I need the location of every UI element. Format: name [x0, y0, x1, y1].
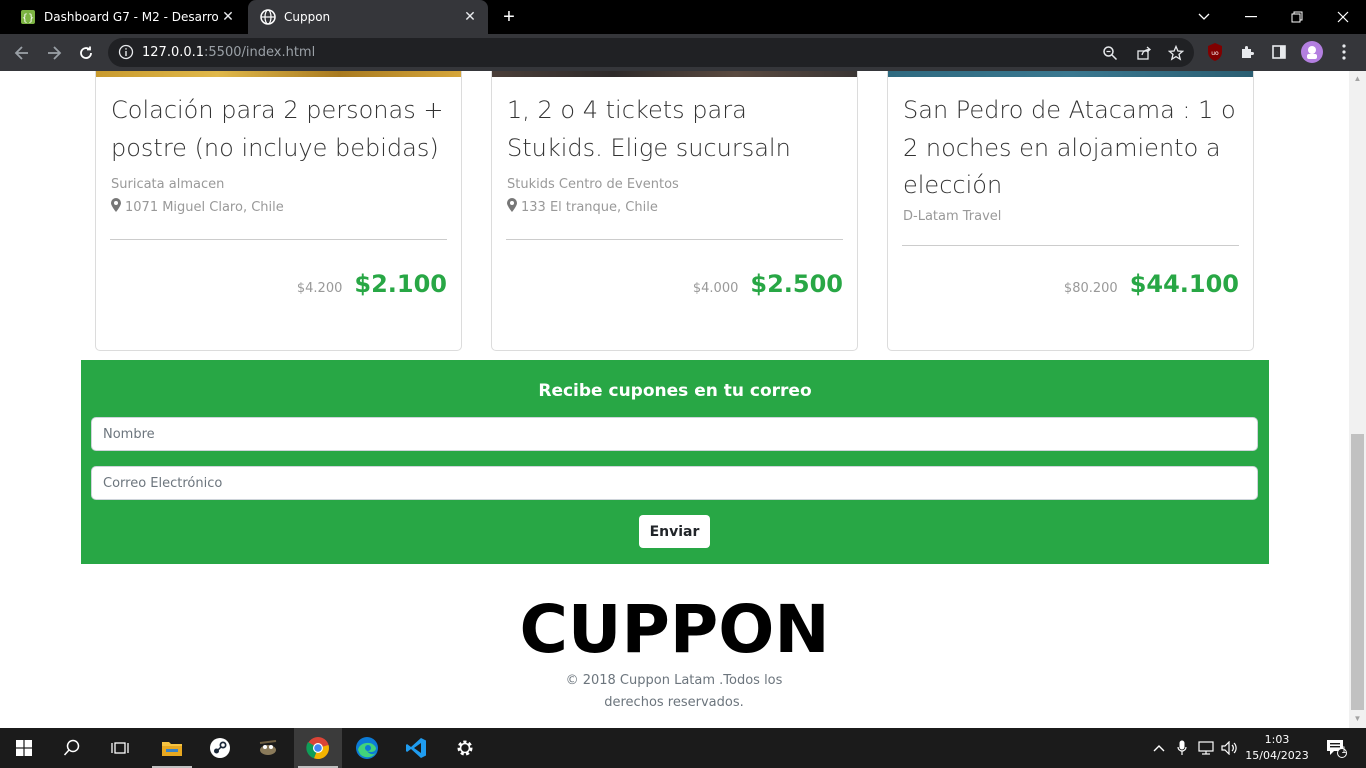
- new-price: $44.100: [1129, 270, 1239, 298]
- tab-title: Dashboard G7 - M2 - Desarrollo: [44, 10, 218, 24]
- card-divider: [902, 245, 1239, 246]
- back-arrow-icon[interactable]: [9, 40, 35, 66]
- new-tab-button[interactable]: +: [498, 6, 520, 28]
- close-icon[interactable]: ✕: [460, 7, 480, 27]
- map-marker-icon: [507, 198, 517, 216]
- tab-cuppon[interactable]: Cuppon ✕: [248, 0, 488, 34]
- profile-avatar[interactable]: [1301, 41, 1323, 63]
- page-viewport: Colación para 2 personas + postre (no in…: [0, 71, 1349, 728]
- coupon-card[interactable]: 1, 2 o 4 tickets para Stukids. Elige suc…: [491, 71, 858, 351]
- old-price: $80.200: [1063, 281, 1118, 296]
- system-clock[interactable]: 1:03 15/04/2023: [1240, 732, 1314, 764]
- address-text: 1071 Miguel Claro, Chile: [125, 199, 284, 215]
- tab-title: Cuppon: [284, 10, 331, 24]
- minimize-icon[interactable]: [1228, 0, 1274, 34]
- new-price: $2.500: [750, 270, 843, 298]
- url-text: 127.0.0.1:5500/index.html: [142, 45, 316, 60]
- volume-icon[interactable]: [1220, 728, 1240, 768]
- card-divider: [506, 239, 843, 240]
- scroll-up-icon[interactable]: ▲: [1353, 74, 1362, 83]
- map-marker-icon: [111, 198, 121, 216]
- windows-start-icon[interactable]: [0, 728, 48, 768]
- card-title: Colación para 2 personas + postre (no in…: [111, 96, 444, 162]
- card-prices: $4.000 $2.500: [693, 270, 843, 298]
- svg-text:uo: uo: [1211, 50, 1219, 57]
- chevron-up-icon[interactable]: [1150, 728, 1168, 768]
- card-image: [888, 71, 1253, 77]
- bookmark-star-icon[interactable]: [1167, 44, 1185, 62]
- microphone-icon[interactable]: [1174, 728, 1190, 768]
- chrome-icon[interactable]: [294, 728, 342, 768]
- page-scrollbar[interactable]: ▲ ▼: [1349, 71, 1366, 728]
- card-image: [492, 71, 857, 77]
- search-icon[interactable]: [48, 728, 96, 768]
- card-prices: $80.200 $44.100: [1064, 270, 1239, 298]
- card-address: 133 El tranque, Chile: [507, 198, 658, 216]
- site-info-icon[interactable]: [118, 44, 134, 65]
- card-image: [96, 71, 461, 77]
- edge-icon[interactable]: [343, 728, 391, 768]
- ublock-extension-icon[interactable]: uo: [1204, 41, 1226, 63]
- settings-icon[interactable]: [441, 728, 489, 768]
- address-bar[interactable]: 127.0.0.1:5500/index.html: [108, 38, 1194, 67]
- svg-text:{}: {}: [22, 13, 35, 24]
- submit-button[interactable]: Enviar: [639, 515, 710, 548]
- card-address: 1071 Miguel Claro, Chile: [111, 198, 284, 216]
- card-vendor: Stukids Centro de Eventos: [507, 177, 679, 192]
- restore-icon[interactable]: [1274, 0, 1320, 34]
- task-view-icon[interactable]: [96, 728, 144, 768]
- windows-taskbar: 1:03 15/04/2023 1: [0, 728, 1366, 768]
- menu-kebab-icon[interactable]: [1333, 41, 1355, 63]
- zoom-icon[interactable]: [1101, 44, 1119, 62]
- scrollbar-thumb[interactable]: [1351, 434, 1364, 710]
- close-window-icon[interactable]: [1320, 0, 1366, 34]
- close-icon[interactable]: ✕: [218, 7, 238, 27]
- steam-icon[interactable]: [196, 728, 244, 768]
- old-price: $4.200: [296, 281, 343, 296]
- browser-toolbar: 127.0.0.1:5500/index.html uo: [0, 34, 1366, 71]
- network-icon[interactable]: [1196, 728, 1218, 768]
- extensions-puzzle-icon[interactable]: [1236, 41, 1258, 63]
- notification-count: 1: [1341, 746, 1347, 756]
- clock-time: 1:03: [1264, 733, 1290, 746]
- side-panel-icon[interactable]: [1268, 41, 1290, 63]
- footer-logo: CUPPON: [519, 591, 830, 668]
- name-input[interactable]: [91, 417, 1258, 451]
- card-vendor: Suricata almacen: [111, 177, 225, 192]
- browser-tab-strip: {} Dashboard G7 - M2 - Desarrollo ✕ Cupp…: [0, 0, 1366, 34]
- footer-copyright: © 2018 Cuppon Latam .Todos los derechos …: [565, 673, 783, 710]
- gimp-icon[interactable]: [244, 728, 292, 768]
- new-price: $2.100: [354, 270, 447, 298]
- globe-icon: [260, 9, 276, 25]
- tab-search-icon[interactable]: [1181, 0, 1227, 34]
- card-title: San Pedro de Atacama : 1 o 2 noches en a…: [903, 96, 1236, 199]
- forward-arrow-icon[interactable]: [41, 40, 67, 66]
- newsletter-title: Recibe cupones en tu correo: [538, 381, 812, 401]
- card-title: 1, 2 o 4 tickets para Stukids. Elige suc…: [507, 96, 791, 162]
- vscode-icon[interactable]: [392, 728, 440, 768]
- document-icon: {}: [20, 9, 36, 25]
- coupon-card[interactable]: San Pedro de Atacama : 1 o 2 noches en a…: [887, 71, 1254, 351]
- tab-dashboard[interactable]: {} Dashboard G7 - M2 - Desarrollo ✕: [8, 0, 246, 34]
- card-divider: [110, 239, 447, 240]
- address-text: 133 El tranque, Chile: [521, 199, 658, 215]
- old-price: $4.000: [692, 281, 739, 296]
- notifications-icon[interactable]: 1: [1320, 728, 1352, 768]
- file-explorer-icon[interactable]: [148, 728, 196, 768]
- card-vendor: D-Latam Travel: [903, 209, 1002, 224]
- scroll-down-icon[interactable]: ▼: [1353, 714, 1362, 723]
- coupon-card[interactable]: Colación para 2 personas + postre (no in…: [95, 71, 462, 351]
- card-prices: $4.200 $2.100: [297, 270, 447, 298]
- newsletter-section: Recibe cupones en tu correo Enviar: [81, 360, 1269, 564]
- email-input[interactable]: [91, 466, 1258, 500]
- share-icon[interactable]: [1135, 44, 1153, 62]
- clock-date: 15/04/2023: [1245, 749, 1309, 762]
- reload-icon[interactable]: [73, 40, 99, 66]
